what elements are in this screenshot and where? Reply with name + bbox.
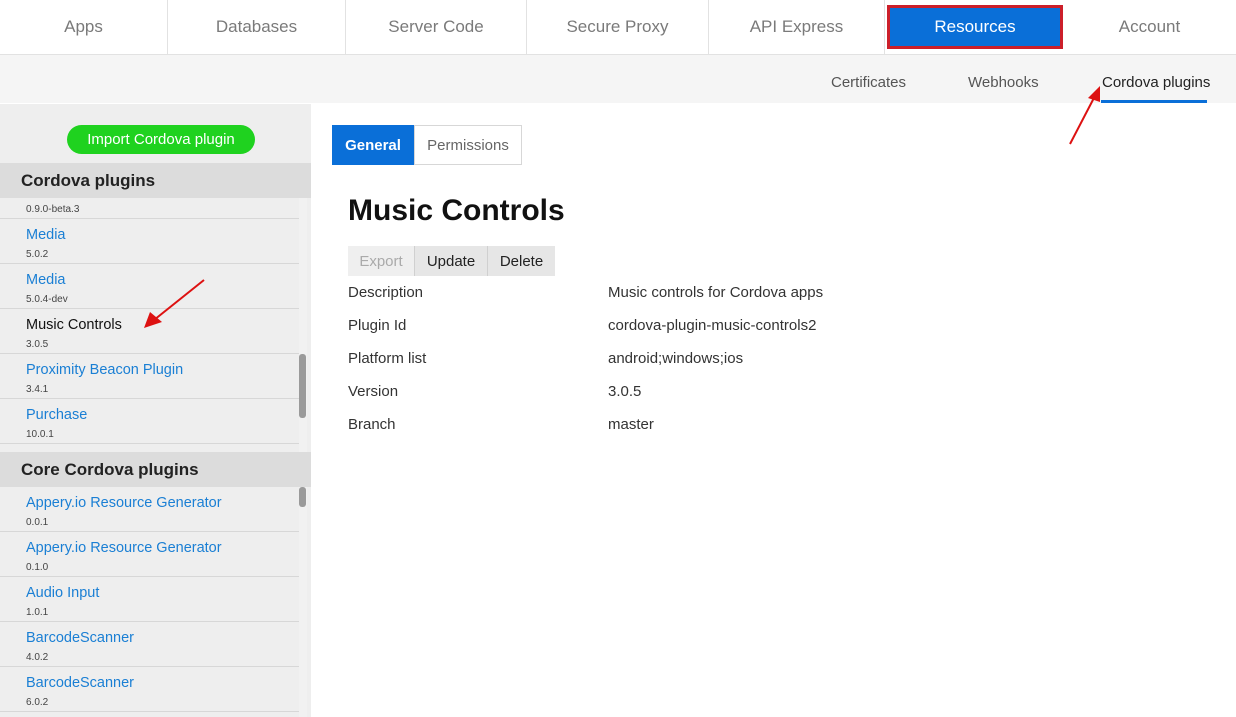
plugin-name: BarcodeScanner: [26, 675, 135, 691]
subnav-certificates[interactable]: Certificates: [831, 74, 906, 91]
plugin-details: General Permissions Music Controls Expor…: [311, 104, 1236, 717]
core-cordova-plugins-header: Core Cordova plugins: [0, 452, 311, 487]
tab-permissions[interactable]: Permissions: [414, 125, 522, 165]
list-item[interactable]: Appery.io Resource Generator 0.1.0: [0, 532, 299, 577]
plugin-version: 0.9.0-beta.3: [26, 204, 80, 215]
update-button[interactable]: Update: [415, 246, 488, 276]
plugin-version: 6.0.2: [26, 697, 49, 708]
page-title: Music Controls: [348, 194, 565, 227]
scrollbar-thumb[interactable]: [299, 487, 306, 507]
core-list-scrollbar[interactable]: [299, 487, 307, 717]
list-item[interactable]: Appery.io Resource Generator 0.0.1: [0, 487, 299, 532]
cordova-plugins-header: Cordova plugins: [0, 163, 311, 198]
list-item[interactable]: Media 5.0.4-dev: [0, 264, 299, 309]
plugin-name: BarcodeScanner: [26, 630, 135, 646]
plugin-version: 0.1.0: [26, 562, 49, 573]
plugin-sidebar: Import Cordova plugin Cordova plugins 0.…: [0, 104, 311, 717]
plugin-properties: Description Music controls for Cordova a…: [348, 284, 1048, 449]
tab-secure-proxy[interactable]: Secure Proxy: [527, 0, 709, 54]
tab-databases[interactable]: Databases: [168, 0, 346, 54]
list-item[interactable]: Audio Input 1.0.1: [0, 577, 299, 622]
plugin-name: Media: [26, 272, 66, 288]
property-row: Description Music controls for Cordova a…: [348, 284, 1048, 317]
plugin-name: Purchase: [26, 407, 88, 423]
tab-resources[interactable]: Resources: [887, 5, 1063, 49]
sub-navigation: Certificates Webhooks Cordova plugins: [0, 55, 1236, 103]
delete-button[interactable]: Delete: [488, 246, 555, 276]
cordova-list-scrollbar[interactable]: [299, 198, 307, 452]
plugin-version: 3.0.5: [26, 339, 49, 350]
plugin-name: Music Controls: [26, 317, 122, 333]
tab-general[interactable]: General: [332, 125, 414, 165]
property-value: android;windows;ios: [608, 350, 744, 367]
plugin-name: Proximity Beacon Plugin: [26, 362, 184, 378]
action-buttons: Export Update Delete: [348, 246, 555, 276]
list-item[interactable]: Proximity Beacon Plugin 3.4.1: [0, 354, 299, 399]
plugin-version: 1.0.1: [26, 607, 49, 618]
top-navigation: Apps Databases Server Code Secure Proxy …: [0, 0, 1236, 55]
list-item[interactable]: Purchase 10.0.1: [0, 399, 299, 444]
property-value: master: [608, 416, 654, 433]
subnav-active-underline: [1101, 100, 1207, 103]
property-value: Music controls for Cordova apps: [608, 284, 824, 301]
subnav-webhooks[interactable]: Webhooks: [968, 74, 1039, 91]
plugin-name: Appery.io Resource Generator: [26, 540, 222, 556]
property-label: Branch: [348, 416, 396, 433]
property-row: Branch master: [348, 416, 1048, 449]
property-row: Platform list android;windows;ios: [348, 350, 1048, 383]
property-label: Plugin Id: [348, 317, 407, 334]
cordova-plugin-list[interactable]: 0.9.0-beta.3 Media 5.0.2 Media 5.0.4-dev…: [0, 198, 299, 452]
plugin-name: Audio Input: [26, 585, 100, 601]
property-value: cordova-plugin-music-controls2: [608, 317, 817, 334]
list-item-selected[interactable]: Music Controls 3.0.5: [0, 309, 299, 354]
plugin-version: 5.0.2: [26, 249, 49, 260]
plugin-version: 5.0.4-dev: [26, 294, 68, 305]
plugin-version: 0.0.1: [26, 517, 49, 528]
tab-server-code[interactable]: Server Code: [346, 0, 527, 54]
list-item[interactable]: BarcodeScanner 4.0.2: [0, 622, 299, 667]
scrollbar-thumb[interactable]: [299, 354, 306, 418]
plugin-version: 4.0.2: [26, 652, 49, 663]
plugin-version: 10.0.1: [26, 429, 54, 440]
core-plugin-list[interactable]: Appery.io Resource Generator 0.0.1 Apper…: [0, 487, 299, 717]
plugin-version: 3.4.1: [26, 384, 49, 395]
plugin-name: Appery.io Resource Generator: [26, 495, 222, 511]
tab-apps[interactable]: Apps: [0, 0, 168, 54]
export-button[interactable]: Export: [348, 246, 415, 276]
list-item[interactable]: 0.9.0-beta.3: [0, 198, 299, 219]
property-value: 3.0.5: [608, 383, 642, 400]
plugin-name: Media: [26, 227, 66, 243]
list-item[interactable]: Media 5.0.2: [0, 219, 299, 264]
tab-account[interactable]: Account: [1065, 0, 1234, 54]
import-cordova-plugin-button[interactable]: Import Cordova plugin: [67, 125, 255, 154]
property-label: Platform list: [348, 350, 427, 367]
tab-api-express[interactable]: API Express: [709, 0, 885, 54]
subnav-cordova-plugins[interactable]: Cordova plugins: [1102, 74, 1210, 91]
detail-tabs: General Permissions: [332, 125, 522, 165]
property-label: Version: [348, 383, 399, 400]
property-row: Plugin Id cordova-plugin-music-controls2: [348, 317, 1048, 350]
property-row: Version 3.0.5: [348, 383, 1048, 416]
property-label: Description: [348, 284, 424, 301]
list-item[interactable]: BarcodeScanner 6.0.2: [0, 667, 299, 712]
